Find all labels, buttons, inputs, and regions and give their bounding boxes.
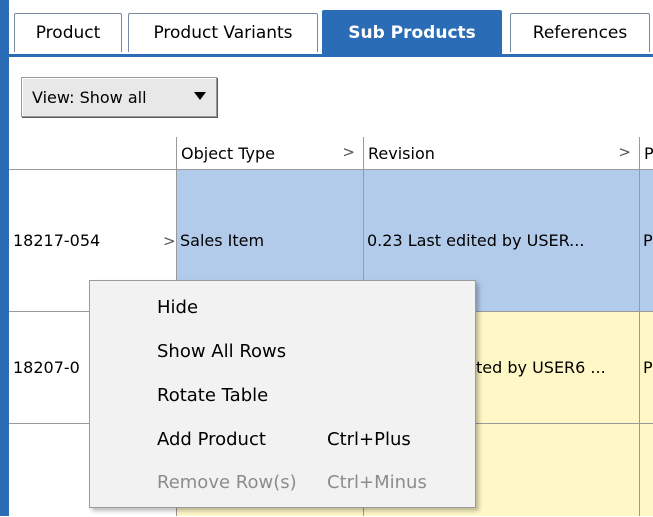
menu-item-rotate-table[interactable]: Rotate Table [157,381,457,411]
menu-item-label: Hide [157,297,199,318]
column-header-label: Object Type [181,143,275,163]
chevron-down-icon[interactable] [194,92,206,100]
tab-references[interactable]: References [510,13,650,52]
view-dropdown-label: View: Show all [32,87,147,107]
menu-item-shortcut: Ctrl+Minus [327,472,427,493]
menu-item-remove-rows: Remove Row(s) Ctrl+Minus [157,468,457,498]
header-corner [9,137,177,170]
menu-item-label: Show All Rows [157,341,287,362]
tab-product[interactable]: Product [14,13,122,52]
menu-item-hide[interactable]: Hide [157,293,457,323]
left-border [0,0,9,516]
cell-value: P [643,231,653,250]
menu-item-label: Remove Row(s) [157,472,297,493]
column-header-label: P [644,143,653,163]
menu-item-add-product[interactable]: Add Product Ctrl+Plus [157,425,457,455]
menu-item-show-all-rows[interactable]: Show All Rows [157,337,457,367]
chevron-right-icon[interactable]: > [163,232,176,250]
table-cell-extra[interactable]: P [640,170,653,312]
column-header-revision[interactable]: Revision > [364,137,640,170]
menu-item-shortcut: Ctrl+Plus [327,429,411,450]
table-cell-extra[interactable] [640,424,653,516]
tab-sub-products[interactable]: Sub Products [322,10,502,55]
menu-item-label: Rotate Table [157,385,269,406]
menu-item-label: Add Product [157,429,266,450]
cell-value: 0.23 Last edited by USER... [367,231,585,250]
chevron-right-icon[interactable]: > [342,143,355,161]
row-id: 18217-054 [13,231,101,250]
column-header-object-type[interactable]: Object Type > [177,137,364,170]
tab-strip: Product Product Variants Sub Products Re… [0,0,653,58]
cell-value: P [643,358,653,377]
context-menu: Hide Show All Rows Rotate Table Add Prod… [89,280,476,508]
column-header-label: Revision [368,143,435,163]
table-cell-extra[interactable]: P [640,312,653,424]
column-header-extra[interactable]: P [640,137,653,170]
cell-value: Sales Item [180,231,265,250]
view-dropdown[interactable]: View: Show all [21,77,217,117]
row-id: 18207-0 [13,358,80,377]
tab-product-variants[interactable]: Product Variants [128,13,318,52]
chevron-right-icon[interactable]: > [618,143,631,161]
cell-value: ted by USER6 ... [476,358,606,377]
